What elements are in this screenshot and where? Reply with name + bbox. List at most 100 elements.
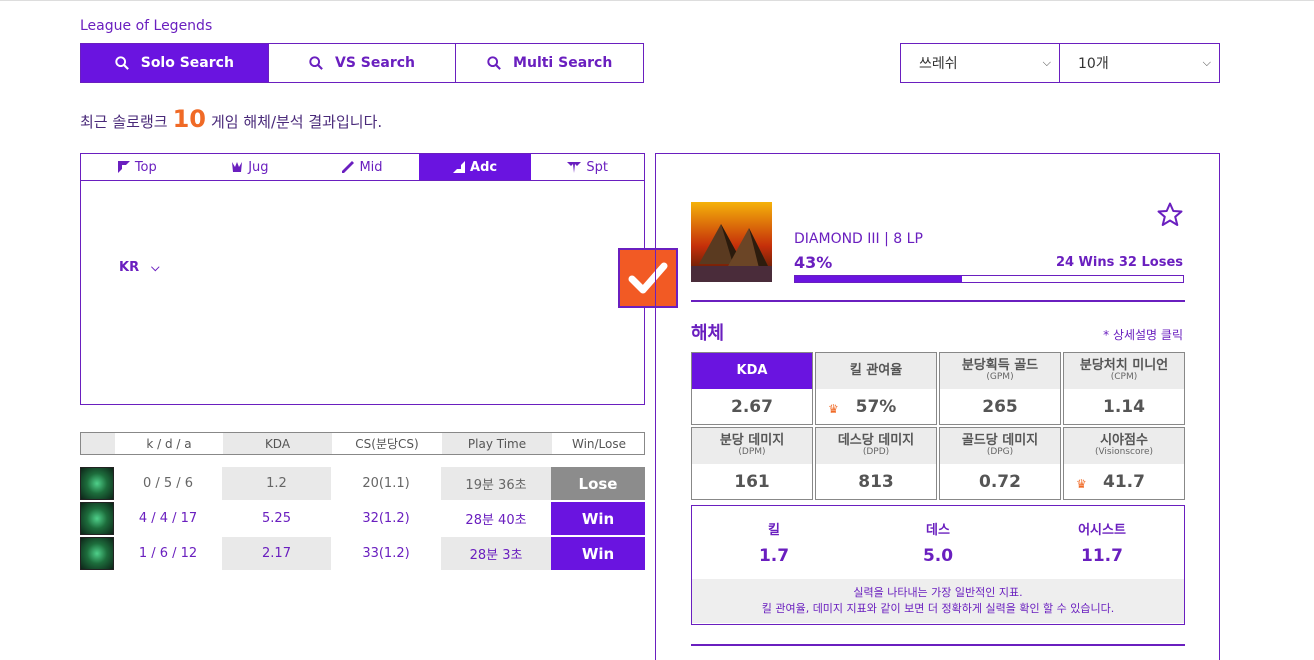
detail-link[interactable]: * 상세설명 클릭	[1103, 326, 1183, 343]
champion-icon	[80, 502, 114, 535]
table-row[interactable]: 0 / 5 / 6 1.2 20(1.1) 19분 36초 Lose	[80, 467, 645, 501]
chevron-down-icon: ⌵	[1042, 56, 1051, 69]
stat-cpm[interactable]: 분당처치 미니언 (CPM) 1.14	[1063, 352, 1185, 425]
tab-multi-search[interactable]: Multi Search	[456, 44, 644, 82]
cs-value: 32(1.2)	[362, 511, 410, 526]
champion-icon	[80, 467, 114, 500]
lane-panel: Top Jug Mid Adc Spt KR ⌵	[80, 153, 645, 405]
tab-label: VS Search	[335, 55, 415, 71]
kda-line: 0 / 5 / 6	[142, 476, 194, 491]
stat-value: 57%	[855, 396, 897, 417]
stat-label: 골드당 데미지	[961, 432, 1039, 448]
stat-label: 분당획득 골드	[961, 357, 1039, 373]
play-time: 28분 3초	[441, 537, 551, 570]
deaths-value: 5.0	[922, 546, 954, 566]
assists-label: 어시스트	[1078, 523, 1126, 538]
kda-value: 2.17	[222, 537, 331, 570]
tab-support[interactable]: Spt	[531, 154, 644, 180]
kda-line: 1 / 6 / 12	[138, 546, 198, 561]
tab-top[interactable]: Top	[81, 154, 194, 180]
result-badge: Win	[551, 537, 645, 570]
stat-label: 분당처치 미니언	[1079, 357, 1169, 373]
kills-label: 킬	[768, 523, 780, 538]
header-champion	[81, 433, 115, 454]
summary-count: 10	[172, 105, 206, 133]
stat-kda[interactable]: KDA 2.67	[691, 352, 813, 425]
stat-dpg[interactable]: 골드당 데미지 (DPG) 0.72	[939, 427, 1061, 500]
top-lane-icon	[117, 161, 130, 173]
kills-stat: 킬 1.7	[692, 506, 856, 579]
search-icon	[487, 56, 501, 70]
tab-solo-search[interactable]: Solo Search	[81, 44, 269, 82]
stat-gpm[interactable]: 분당획득 골드 (GPM) 265	[939, 352, 1061, 425]
stat-value: 1.14	[1103, 396, 1145, 417]
rank-text: DIAMOND III | 8 LP	[794, 231, 923, 247]
kda-value: 5.25	[262, 511, 291, 526]
section-title: 해체	[691, 323, 725, 344]
kda-detail-box: 킬 1.7 데스 5.0 어시스트 11.7 실력을 나타내는 가장 일반적인 …	[691, 505, 1185, 625]
search-icon	[115, 56, 129, 70]
stat-label: 데스당 데미지	[837, 432, 915, 448]
assists-stat: 어시스트 11.7	[1020, 506, 1184, 579]
winrate-bar	[794, 275, 1184, 283]
play-time: 19분 36초	[441, 467, 551, 500]
stat-value: 2.67	[731, 396, 773, 417]
kills-value: 1.7	[758, 546, 790, 566]
lane-label: Mid	[359, 159, 383, 175]
stat-vision-score[interactable]: 시야점수 (Visionscore) ♛ 41.7	[1063, 427, 1185, 500]
header-kda-line: k / d / a	[146, 436, 192, 451]
support-lane-icon	[567, 162, 582, 173]
deaths-label: 데스	[926, 523, 950, 538]
stat-label: 시야점수	[1100, 432, 1148, 448]
tab-adc[interactable]: Adc	[418, 154, 532, 180]
tab-mid[interactable]: Mid	[306, 154, 419, 180]
header-kda: KDA	[223, 433, 332, 454]
deaths-stat: 데스 5.0	[856, 506, 1020, 579]
count-select[interactable]: 10개 ⌵	[1059, 43, 1220, 83]
count-select-value: 10개	[1078, 56, 1109, 72]
stat-value: 265	[982, 396, 1018, 417]
profile-icon	[691, 202, 772, 282]
stat-value: 161	[734, 471, 770, 492]
winrate-bar-fill	[795, 276, 962, 282]
tab-label: Multi Search	[513, 55, 613, 71]
profile-panel: DIAMOND III | 8 LP 43% 24 Wins 32 Loses …	[655, 153, 1220, 660]
summary-suffix: 게임 해체/분석 결과입니다.	[210, 113, 383, 131]
chevron-down-icon: ⌵	[1202, 56, 1211, 69]
stat-dpm[interactable]: 분당 데미지 (DPM) 161	[691, 427, 813, 500]
tab-jungle[interactable]: Jug	[194, 154, 307, 180]
mid-lane-icon	[342, 161, 355, 173]
win-loss-record: 24 Wins 32 Loses	[1055, 255, 1183, 270]
divider	[691, 300, 1185, 302]
tab-vs-search[interactable]: VS Search	[268, 44, 457, 82]
stat-value: 41.7	[1103, 471, 1145, 492]
result-badge: Win	[551, 502, 645, 535]
lane-label: Spt	[586, 159, 608, 175]
cs-value: 33(1.2)	[362, 546, 410, 561]
table-row[interactable]: 4 / 4 / 17 5.25 32(1.2) 28분 40초 Win	[80, 502, 645, 536]
cs-value: 20(1.1)	[362, 476, 410, 491]
champion-select[interactable]: 쓰레쉬 ⌵	[900, 43, 1060, 83]
stat-value: 813	[858, 471, 894, 492]
match-table-header: k / d / a KDA CS(분당CS) Play Time Win/Los…	[80, 432, 645, 455]
stat-dpd[interactable]: 데스당 데미지 (DPD) 813	[815, 427, 937, 500]
stat-value: 0.72	[979, 471, 1021, 492]
stat-label: KDA	[736, 362, 768, 378]
champion-icon	[80, 537, 114, 570]
play-time: 28분 40초	[465, 513, 527, 528]
stat-sublabel: (GPM)	[986, 372, 1014, 383]
favorite-star-icon[interactable]	[1157, 202, 1183, 231]
jungle-lane-icon	[232, 162, 243, 172]
stat-sublabel: (CPM)	[1110, 372, 1138, 383]
lane-label: Adc	[470, 159, 498, 175]
stat-kill-participation[interactable]: 킬 관여율 ♛ 57%	[815, 352, 937, 425]
region-select[interactable]: KR ⌵	[119, 260, 159, 275]
lane-label: Jug	[248, 159, 269, 175]
kda-note-line: 실력을 나타내는 가장 일반적인 지표.	[853, 585, 1023, 599]
table-row[interactable]: 1 / 6 / 12 2.17 33(1.2) 28분 3초 Win	[80, 537, 645, 571]
region-value: KR	[119, 260, 140, 275]
divider	[691, 644, 1185, 646]
chevron-down-icon: ⌵	[151, 260, 160, 274]
stat-sublabel: (DPG)	[986, 447, 1014, 458]
kda-note: 실력을 나타내는 가장 일반적인 지표. 킬 관여율, 데미지 지표와 같이 보…	[692, 579, 1184, 623]
